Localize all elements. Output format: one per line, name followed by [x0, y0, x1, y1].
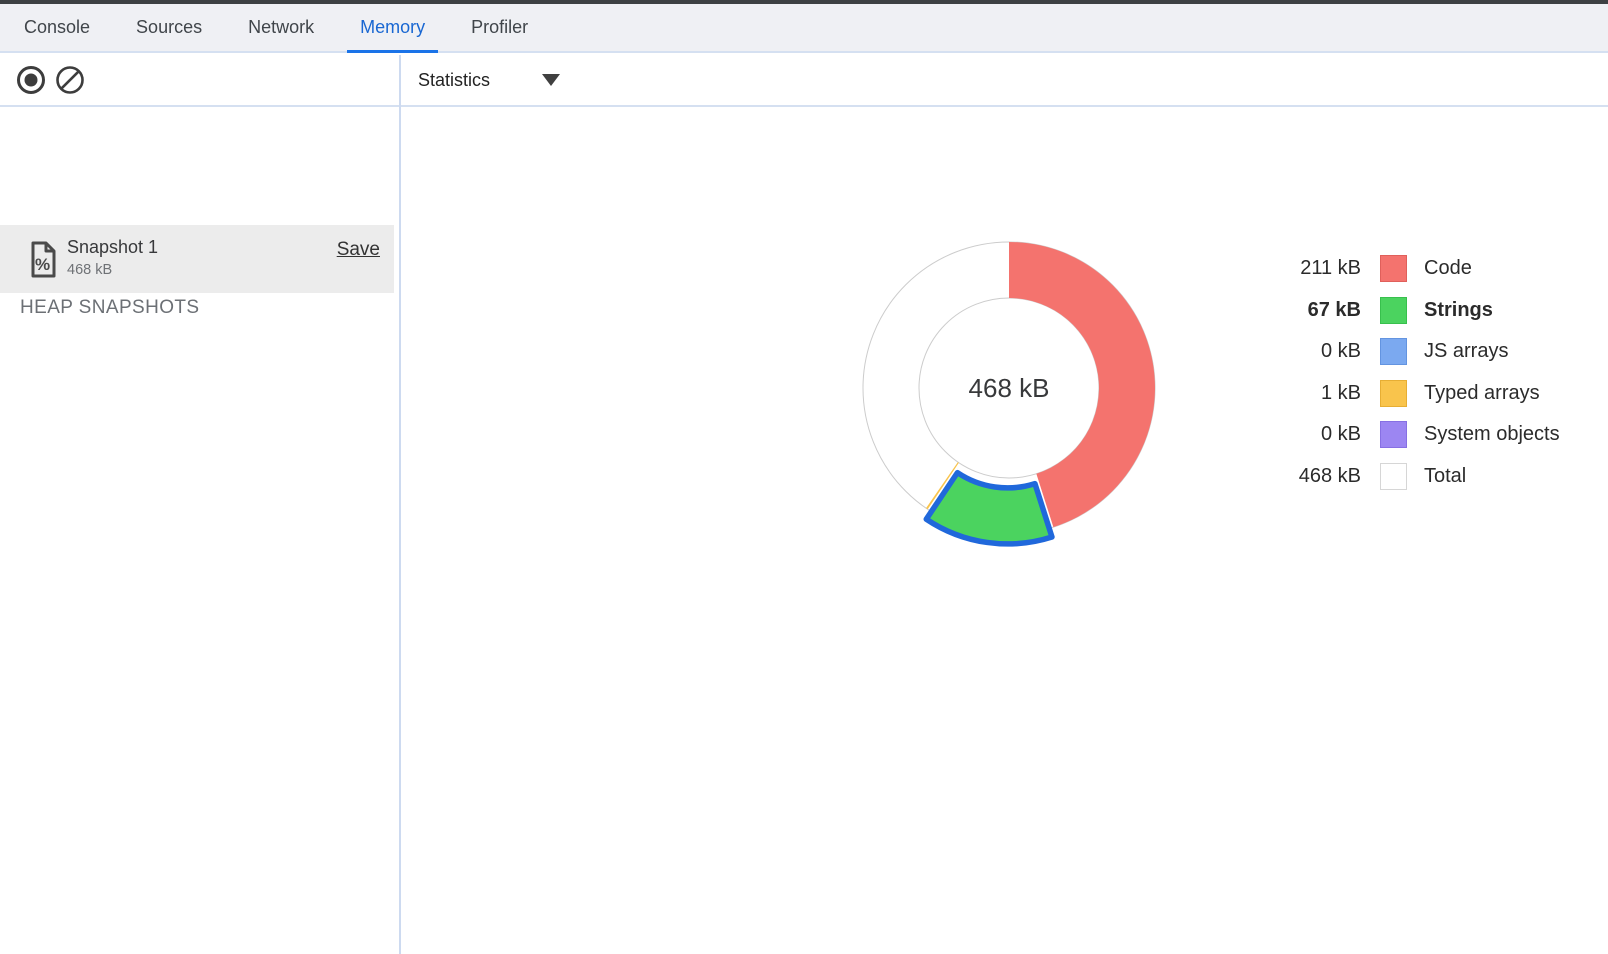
legend-swatch-icon: [1380, 380, 1407, 407]
devtools-tab-bar: Console Sources Network Memory Profiler: [0, 4, 1608, 53]
chevron-down-icon: [542, 74, 560, 86]
view-toolbar: Statistics: [401, 55, 1608, 105]
snapshot-size: 468 kB: [67, 260, 158, 280]
donut-center-label: 468 kB: [969, 373, 1050, 403]
legend-value: 0 kB: [1251, 423, 1361, 446]
perspective-dropdown-value: Statistics: [418, 70, 490, 91]
legend-swatch-icon: [1380, 338, 1407, 365]
profiles-toolbar: [0, 55, 400, 105]
donut-slice-strings[interactable]: [926, 473, 1052, 544]
memory-panel-toolbar: Statistics: [0, 55, 1608, 107]
legend-label: JS arrays: [1424, 340, 1508, 363]
legend-label: Total: [1424, 465, 1466, 488]
record-heap-snapshot-button[interactable]: [16, 65, 46, 95]
legend-row-typed-arrays: 1 kB Typed arrays: [1251, 373, 1560, 415]
snapshot-list-item[interactable]: % Snapshot 1 468 kB Save: [0, 225, 394, 293]
legend-swatch-icon: [1380, 463, 1407, 490]
legend-label: Strings: [1424, 299, 1493, 322]
legend-row-system-objects: 0 kB System objects: [1251, 414, 1560, 456]
legend-row-total: 468 kB Total: [1251, 456, 1560, 498]
legend-swatch-icon: [1380, 421, 1407, 448]
legend-label: Code: [1424, 257, 1472, 280]
snapshot-title: Snapshot 1: [67, 235, 158, 260]
legend-value: 0 kB: [1251, 340, 1361, 363]
legend-row-js-arrays: 0 kB JS arrays: [1251, 331, 1560, 373]
legend-value: 211 kB: [1251, 257, 1361, 280]
tab-network[interactable]: Network: [235, 4, 327, 51]
save-snapshot-link[interactable]: Save: [337, 239, 380, 261]
legend-value: 67 kB: [1251, 299, 1361, 322]
legend-row-strings: 67 kB Strings: [1251, 290, 1560, 332]
heap-snapshot-file-icon: %: [30, 241, 56, 278]
tab-console[interactable]: Console: [11, 4, 103, 51]
profiles-sidebar: Profiles HEAP SNAPSHOTS % Snapshot 1 468…: [0, 107, 399, 954]
legend-label: System objects: [1424, 423, 1560, 446]
legend-value: 468 kB: [1251, 465, 1361, 488]
svg-text:%: %: [35, 255, 50, 274]
clear-profiles-button[interactable]: [55, 65, 85, 95]
chart-legend: 211 kB Code 67 kB Strings 0 kB JS arrays 1 kB T…: [1251, 248, 1560, 497]
legend-row-code: 211 kB Code: [1251, 248, 1560, 290]
legend-swatch-icon: [1380, 255, 1407, 282]
heap-snapshots-section-header: HEAP SNAPSHOTS: [20, 297, 199, 319]
statistics-view: 468 kB 211 kB Code 67 kB Strings 0 kB JS arra…: [401, 107, 1608, 954]
legend-value: 1 kB: [1251, 382, 1361, 405]
block-icon: [55, 65, 85, 95]
legend-swatch-icon: [1380, 297, 1407, 324]
snapshot-texts: Snapshot 1 468 kB: [67, 235, 158, 280]
legend-label: Typed arrays: [1424, 382, 1540, 405]
record-icon: [16, 65, 46, 95]
tab-sources[interactable]: Sources: [123, 4, 215, 51]
tab-memory[interactable]: Memory: [347, 4, 438, 51]
perspective-dropdown[interactable]: Statistics: [418, 70, 560, 91]
heap-statistics-donut-chart: 468 kB: [839, 218, 1179, 558]
tab-profiler[interactable]: Profiler: [458, 4, 541, 51]
